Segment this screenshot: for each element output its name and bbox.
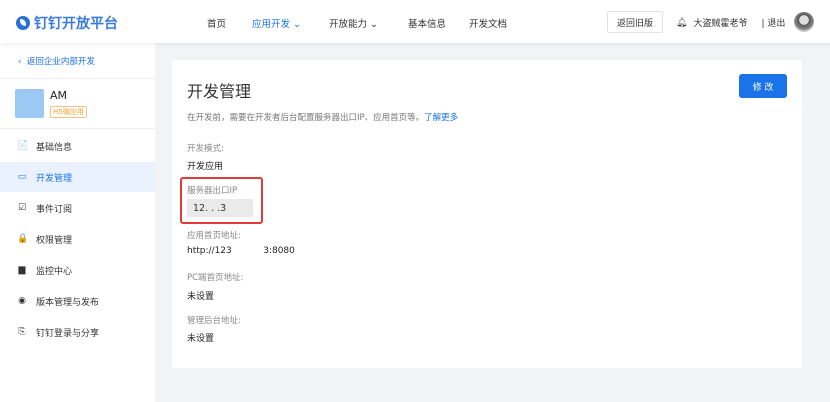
sidebar-item-monitoring[interactable]: ▆ 监控中心 xyxy=(0,255,155,285)
logout-link[interactable]: | 退出 xyxy=(761,16,785,29)
edit-button[interactable]: 修 改 xyxy=(739,74,787,98)
sidebar-item-login-share[interactable]: ⎘ 钉钉登录与分享 xyxy=(0,317,155,347)
sidebar-item-versions[interactable]: ◉ 版本管理与发布 xyxy=(0,286,155,316)
avatar[interactable] xyxy=(794,12,814,32)
bar-chart-icon: ▆ xyxy=(18,265,26,275)
nav-dev-docs[interactable]: 开发文档 xyxy=(469,16,507,30)
app-name: AM xyxy=(50,89,68,102)
description-text: 在开发前，需要在开发者后台配置服务器出口IP、应用首页等。 xyxy=(187,113,425,123)
server-ip-label: 服务器出口IP xyxy=(187,186,238,196)
old-version-button[interactable]: 返回旧版 xyxy=(607,11,663,33)
sidebar-item-label: 权限管理 xyxy=(36,235,73,246)
nav-home[interactable]: 首页 xyxy=(207,16,226,30)
sidebar-item-label: 基础信息 xyxy=(36,142,73,153)
sidebar-item-permissions[interactable]: 🔒 权限管理 xyxy=(0,224,155,254)
nav-open-capability[interactable]: 开放能力 ⌄ xyxy=(329,16,378,30)
app-icon xyxy=(15,89,44,118)
sidebar-item-label: 监控中心 xyxy=(36,266,73,277)
sidebar: ‹ 返回企业内部开发 AM H5微应用 📄 基础信息 ▭ 开发管理 ☑ 事件订阅 🔒 权… xyxy=(0,43,155,402)
pc-homepage-value: 未设置 xyxy=(187,292,215,302)
sidebar-item-label: 开发管理 xyxy=(36,173,73,184)
description: 在开发前，需要在开发者后台配置服务器出口IP、应用首页等。了解更多 xyxy=(187,111,458,123)
dev-mode-value: 开发应用 xyxy=(187,162,224,172)
bell-icon[interactable]: 🔔︎ xyxy=(676,18,687,28)
divider xyxy=(0,128,155,129)
logo[interactable]: 钉钉开放平台 xyxy=(16,13,118,33)
top-header: 钉钉开放平台 首页 应用开发 ⌄ 开放能力 ⌄ 基本信息 开发文档 返回旧版 🔔… xyxy=(0,0,830,43)
sidebar-item-basic-info[interactable]: 📄 基础信息 xyxy=(0,131,155,161)
sidebar-item-label: 事件订阅 xyxy=(36,204,73,215)
homepage-url-value: http://123 3:8080 xyxy=(187,246,295,256)
divider xyxy=(0,78,155,79)
server-ip-value: 12. . .3 xyxy=(187,199,253,217)
layers-icon: ◉ xyxy=(18,296,26,306)
logo-text: 钉钉开放平台 xyxy=(34,16,118,32)
sidebar-item-dev-management[interactable]: ▭ 开发管理 xyxy=(0,162,155,192)
learn-more-link[interactable]: 了解更多 xyxy=(424,113,458,123)
page-title: 开发管理 xyxy=(187,82,252,101)
back-link-label: 返回企业内部开发 xyxy=(26,57,95,67)
nav-app-dev[interactable]: 应用开发 ⌄ xyxy=(252,16,301,30)
monitor-icon: ▭ xyxy=(17,172,27,182)
nav-basic-info[interactable]: 基本信息 xyxy=(408,16,446,30)
pc-homepage-label: PC端首页地址: xyxy=(187,273,244,283)
dingtalk-logo-icon xyxy=(16,16,30,30)
homepage-url-label: 应用首页地址: xyxy=(187,231,241,241)
admin-url-value: 未设置 xyxy=(187,334,215,344)
sidebar-item-label: 版本管理与发布 xyxy=(36,297,100,308)
app-type-badge: H5微应用 xyxy=(50,106,87,118)
share-icon: ⎘ xyxy=(18,327,26,337)
lock-icon: 🔒 xyxy=(17,234,29,244)
sidebar-item-event-subscription[interactable]: ☑ 事件订阅 xyxy=(0,193,155,223)
dev-management-card: 开发管理 修 改 在开发前，需要在开发者后台配置服务器出口IP、应用首页等。了解… xyxy=(172,60,802,368)
username[interactable]: 大盗贼霍老爷 xyxy=(693,16,747,29)
admin-url-label: 管理后台地址: xyxy=(187,316,241,326)
sidebar-item-label: 钉钉登录与分享 xyxy=(36,328,100,339)
back-link[interactable]: ‹ 返回企业内部开发 xyxy=(18,55,95,67)
document-icon: 📄 xyxy=(17,141,29,151)
checkbox-icon: ☑ xyxy=(17,203,27,213)
dev-mode-label: 开发模式: xyxy=(187,144,224,154)
